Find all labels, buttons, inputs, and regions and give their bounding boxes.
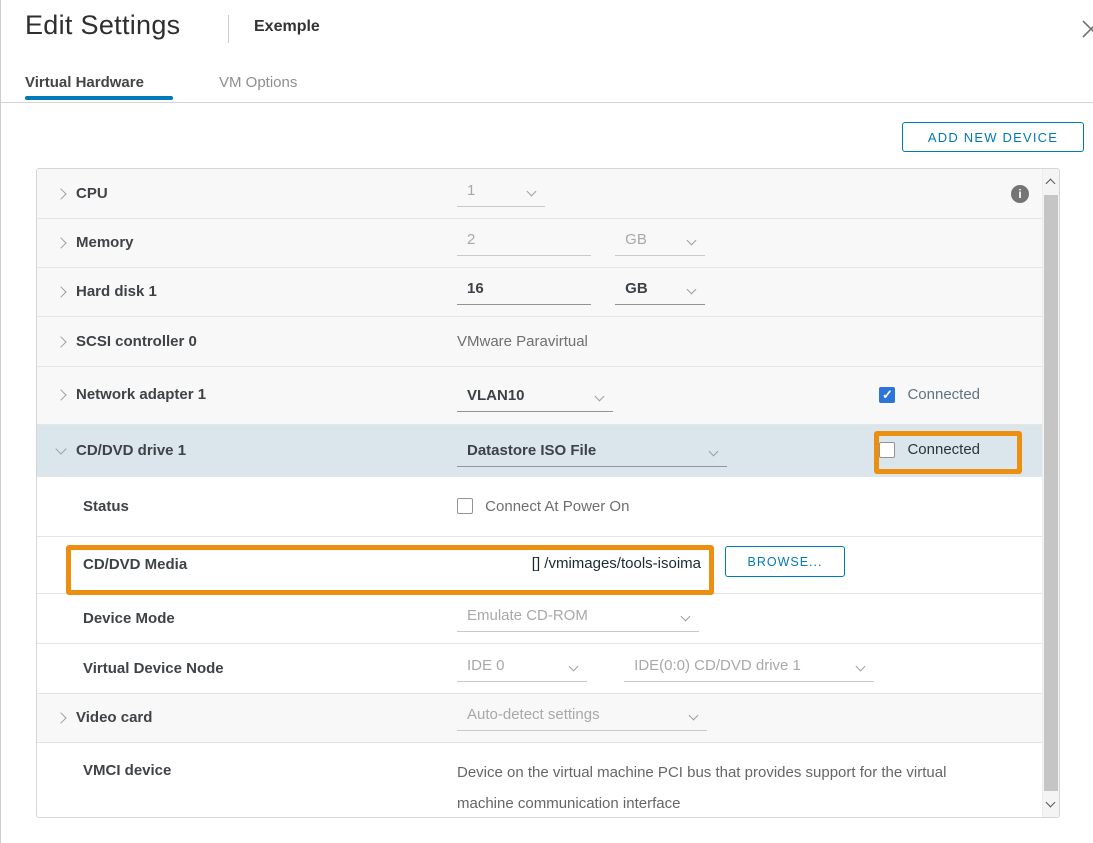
table-row-virtual-device-node: Virtual Device Node IDE 0 IDE(0:0) CD/DV… [37, 644, 1042, 694]
network-dropdown[interactable]: VLAN10 [457, 387, 613, 412]
chevron-up-icon [1046, 179, 1056, 189]
chevron-down-icon [527, 187, 537, 197]
chevron-down-icon [687, 236, 697, 246]
chevron-down-icon [689, 711, 699, 721]
tab-virtual-hardware[interactable]: Virtual Hardware [25, 74, 144, 91]
ide-controller-dropdown: IDE 0 [457, 657, 587, 682]
network-connected-checkbox[interactable] [879, 387, 895, 403]
row-label: VMCI device [83, 762, 171, 779]
checkbox-label: Connected [907, 441, 980, 458]
scroll-up-button[interactable] [1043, 169, 1059, 195]
table-row-network: Network adapter 1 VLAN10 Connected [37, 367, 1042, 425]
chevron-down-icon [595, 392, 605, 402]
table-row-vmci: VMCI device Device on the virtual machin… [37, 743, 1042, 817]
table-row-hard-disk: Hard disk 1 16 GB [37, 268, 1042, 317]
cddvd-source-dropdown[interactable]: Datastore ISO File [457, 442, 727, 467]
tab-bar: Virtual Hardware VM Options [1, 70, 1093, 104]
memory-unit-dropdown: GB [615, 231, 705, 256]
collapse-chevron-icon[interactable] [55, 443, 66, 454]
row-label: CPU [76, 185, 108, 202]
table-row-scsi: SCSI controller 0 VMware Paravirtual [37, 317, 1042, 367]
chevron-down-icon [856, 662, 866, 672]
dialog-header: Edit Settings Exemple [1, 0, 1093, 60]
table-row-video-card: Video card Auto-detect settings [37, 694, 1042, 743]
scsi-controller-type: VMware Paravirtual [457, 333, 588, 350]
chevron-down-icon [709, 447, 719, 457]
table-row-cddvd: CD/DVD drive 1 Datastore ISO File Connec… [37, 425, 1042, 477]
chevron-down-icon [681, 612, 691, 622]
close-icon[interactable] [1080, 18, 1093, 40]
virtual-hardware-table: CPU 1 i Memory 2 GB Hard disk 1 16 [36, 168, 1060, 818]
expand-chevron-icon[interactable] [55, 389, 66, 400]
title-divider [228, 15, 229, 43]
tab-divider [1, 102, 1093, 103]
row-label: Hard disk 1 [76, 283, 157, 300]
scrollbar [1042, 169, 1059, 817]
page-title: Edit Settings [25, 10, 181, 41]
expand-chevron-icon[interactable] [55, 188, 66, 199]
tab-vm-options[interactable]: VM Options [219, 74, 297, 91]
edit-settings-dialog: Edit Settings Exemple Virtual Hardware V… [0, 0, 1093, 843]
ide-node-dropdown: IDE(0:0) CD/DVD drive 1 [624, 657, 874, 682]
row-label: CD/DVD Media [83, 556, 187, 573]
connect-at-power-on-checkbox[interactable] [457, 498, 473, 514]
row-label: Device Mode [83, 610, 175, 627]
chevron-down-icon [687, 285, 697, 295]
row-label: Video card [76, 709, 152, 726]
table-row-cpu: CPU 1 i [37, 169, 1042, 219]
memory-size-input: 2 [457, 231, 591, 256]
cddvd-media-input[interactable] [457, 549, 707, 577]
table-row-device-mode: Device Mode Emulate CD-ROM [37, 594, 1042, 644]
vmci-description: Device on the virtual machine PCI bus th… [457, 757, 987, 818]
device-mode-dropdown: Emulate CD-ROM [457, 607, 699, 632]
row-label: Network adapter 1 [76, 386, 206, 403]
checkbox-label: Connect At Power On [485, 498, 629, 515]
active-tab-indicator [25, 96, 173, 100]
checkbox-label: Connected [907, 386, 980, 403]
disk-unit-dropdown[interactable]: GB [615, 280, 705, 305]
info-icon[interactable]: i [1011, 185, 1029, 203]
scroll-down-button[interactable] [1043, 791, 1059, 817]
expand-chevron-icon[interactable] [55, 336, 66, 347]
browse-button[interactable]: BROWSE... [725, 546, 845, 577]
expand-chevron-icon[interactable] [55, 712, 66, 723]
row-label: Memory [76, 234, 134, 251]
expand-chevron-icon[interactable] [55, 237, 66, 248]
add-new-device-button[interactable]: ADD NEW DEVICE [902, 122, 1084, 152]
row-label: Status [83, 498, 129, 515]
table-row-status: Status Connect At Power On [37, 477, 1042, 537]
cddvd-connected-checkbox[interactable] [879, 442, 895, 458]
expand-chevron-icon[interactable] [55, 286, 66, 297]
disk-size-input[interactable]: 16 [457, 280, 591, 305]
video-settings-dropdown: Auto-detect settings [457, 706, 707, 731]
row-label: CD/DVD drive 1 [76, 442, 186, 459]
table-row-cddvd-media: CD/DVD Media BROWSE... [37, 537, 1042, 594]
chevron-down-icon [569, 662, 579, 672]
row-label: Virtual Device Node [83, 660, 224, 677]
table-row-memory: Memory 2 GB [37, 219, 1042, 268]
cpu-count-dropdown: 1 [457, 182, 545, 207]
scrollbar-thumb[interactable] [1044, 195, 1058, 791]
chevron-down-icon [1046, 798, 1056, 808]
row-label: SCSI controller 0 [76, 333, 197, 350]
vm-name: Exemple [254, 18, 320, 36]
